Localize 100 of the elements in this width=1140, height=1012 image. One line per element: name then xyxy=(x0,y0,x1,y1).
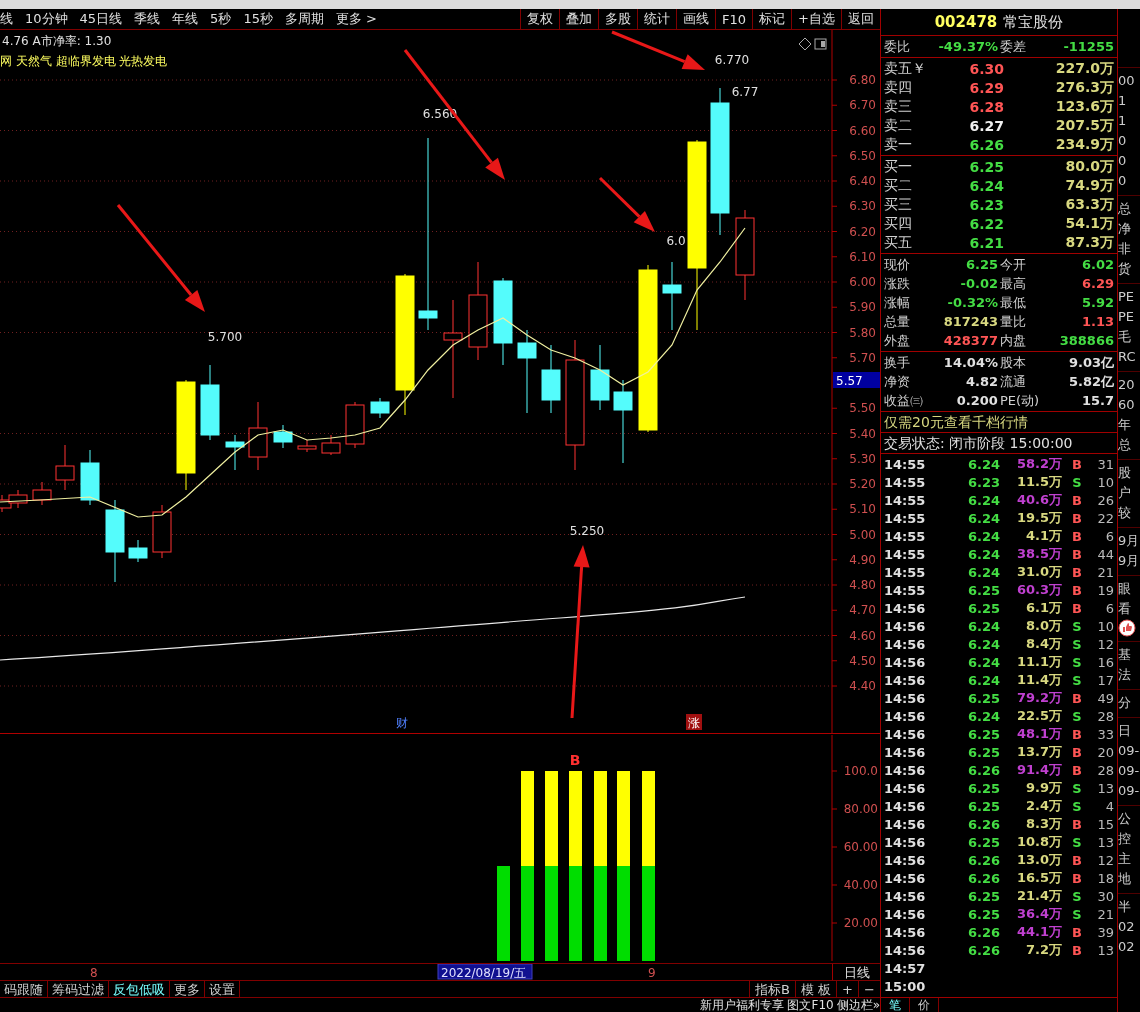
order-price: 6.22 xyxy=(968,215,1004,232)
footer-link[interactable]: 侧边栏» xyxy=(836,998,880,1012)
order-price: 6.30 xyxy=(968,60,1004,77)
tick-price: 6.25 xyxy=(966,744,1000,760)
price-axis-label: 6.70 xyxy=(849,98,876,113)
tick-time: 14:56 xyxy=(884,636,927,652)
clipped-text: 控 xyxy=(1118,830,1132,848)
tick-volume: 22.5万 xyxy=(1015,707,1062,725)
tick-time: 14:55 xyxy=(884,456,927,472)
tick-price: 6.25 xyxy=(966,798,1000,814)
period-tab[interactable]: 10分钟 xyxy=(25,10,68,28)
tick-time: 14:56 xyxy=(884,870,927,886)
y-axis-label: 20.00 xyxy=(843,916,878,930)
panel-icon xyxy=(814,38,827,50)
trade-side: B xyxy=(1071,852,1083,868)
period-tab[interactable]: 15秒 xyxy=(243,10,273,28)
period-tab[interactable]: 更多 > xyxy=(335,10,377,28)
clipped-text: 9月 xyxy=(1118,552,1140,570)
price-axis-label: 6.60 xyxy=(849,123,876,138)
tick-volume: 8.0万 xyxy=(1024,617,1062,635)
tick-count: 6 xyxy=(1104,528,1114,544)
tick-time: 14:56 xyxy=(884,906,927,922)
tick-volume: 11.5万 xyxy=(1015,473,1062,491)
order-level-label: 卖二 xyxy=(884,116,913,135)
tick-count: 28 xyxy=(1096,708,1114,724)
period-tab[interactable]: 年线 xyxy=(172,10,199,28)
field-value: 14.04% xyxy=(942,355,998,370)
field-label: 委差 xyxy=(1000,37,1026,56)
tick-volume: 31.0万 xyxy=(1015,563,1062,581)
period-tab[interactable]: 多周期 xyxy=(284,10,324,28)
tick-price: 6.24 xyxy=(966,492,1000,508)
tick-price: 6.26 xyxy=(966,762,1000,778)
tick-time: 15:00 xyxy=(884,978,927,994)
field-label: 现价 xyxy=(884,255,910,274)
field-value: 428377 xyxy=(942,333,998,348)
order-volume: 63.3万 xyxy=(1064,195,1114,214)
order-volume: 234.9万 xyxy=(1054,135,1114,154)
tick-time: 14:56 xyxy=(884,834,927,850)
trade-side: B xyxy=(1071,690,1083,706)
tick-count: 17 xyxy=(1096,672,1114,688)
candlestick xyxy=(128,539,148,563)
clipped-text: 1 xyxy=(1118,92,1128,110)
tick-count: 39 xyxy=(1096,924,1114,940)
footer-link[interactable]: 新用户福利专享 xyxy=(700,998,785,1012)
clipped-text: 0 xyxy=(1118,152,1128,170)
tick-count: 13 xyxy=(1096,834,1114,850)
period-tab[interactable]: 45日线 xyxy=(79,10,123,28)
price-axis-label: 6.10 xyxy=(849,249,876,264)
tick-price: 6.26 xyxy=(966,924,1000,940)
date-cursor-label: 2022/08/19/五 xyxy=(437,964,533,980)
clipped-text: 净 xyxy=(1118,220,1132,238)
period-tab[interactable]: 5秒 xyxy=(210,10,232,28)
tick-price: 6.24 xyxy=(966,546,1000,562)
field-value: 5.92 xyxy=(1080,295,1114,310)
tick-volume: 91.4万 xyxy=(1015,761,1062,779)
tick-time: 14:56 xyxy=(884,816,927,832)
tick-time: 14:57 xyxy=(884,960,927,976)
price-axis-label: 5.00 xyxy=(849,527,876,542)
trade-side: S xyxy=(1071,708,1083,724)
concept-text: 网 天然气 超临界发电 光热发电 xyxy=(0,54,168,68)
order-volume: 54.1万 xyxy=(1064,214,1114,233)
field-value: 4.82 xyxy=(964,374,998,389)
tick-count: 10 xyxy=(1096,474,1114,490)
trade-side: S xyxy=(1071,654,1083,670)
footer-link[interactable]: 图文F10 xyxy=(787,998,834,1012)
price-axis-label: 4.60 xyxy=(849,628,876,643)
price-annotation: 5.250 xyxy=(569,524,605,538)
tick-time: 14:56 xyxy=(884,942,927,958)
tick-volume: 6.1万 xyxy=(1024,599,1062,617)
clipped-text: 货 xyxy=(1118,260,1132,278)
order-volume: 207.5万 xyxy=(1054,116,1114,135)
tick-volume: 7.2万 xyxy=(1024,941,1062,959)
clipped-text: 公 xyxy=(1118,810,1132,828)
time-axis-label: 8 xyxy=(90,966,98,980)
tick-time: 14:56 xyxy=(884,654,927,670)
trade-side: S xyxy=(1071,636,1083,652)
tick-price: 6.26 xyxy=(966,852,1000,868)
event-marker: 涨 xyxy=(686,714,702,730)
thumbs-up-icon xyxy=(1118,619,1136,637)
candlestick xyxy=(80,449,100,506)
price-axis-label: 6.20 xyxy=(849,224,876,239)
tick-time: 14:56 xyxy=(884,852,927,868)
tick-price: 6.26 xyxy=(966,870,1000,886)
period-tab[interactable]: 季线 xyxy=(134,10,161,28)
field-value: 0.200 xyxy=(955,393,998,408)
price-axis-label: 6.50 xyxy=(849,148,876,163)
period-tab[interactable]: 线 xyxy=(0,10,13,28)
order-volume: 80.0万 xyxy=(1064,157,1114,176)
clipped-text: RC xyxy=(1118,348,1137,366)
field-value: -0.32% xyxy=(946,295,998,310)
tick-volume: 11.1万 xyxy=(1015,653,1062,671)
tick-volume: 40.6万 xyxy=(1015,491,1062,509)
order-level-label: 卖三 xyxy=(884,97,913,116)
clipped-text: 02 xyxy=(1118,918,1136,936)
promo-link[interactable]: 仅需20元查看千档行情 xyxy=(881,412,1117,433)
price-axis-label: 5.50 xyxy=(849,401,876,416)
tick-volume: 2.4万 xyxy=(1024,797,1062,815)
clipped-text: 基 xyxy=(1118,646,1132,664)
tick-volume: 8.3万 xyxy=(1024,815,1062,833)
field-label: 内盘 xyxy=(1000,331,1026,350)
